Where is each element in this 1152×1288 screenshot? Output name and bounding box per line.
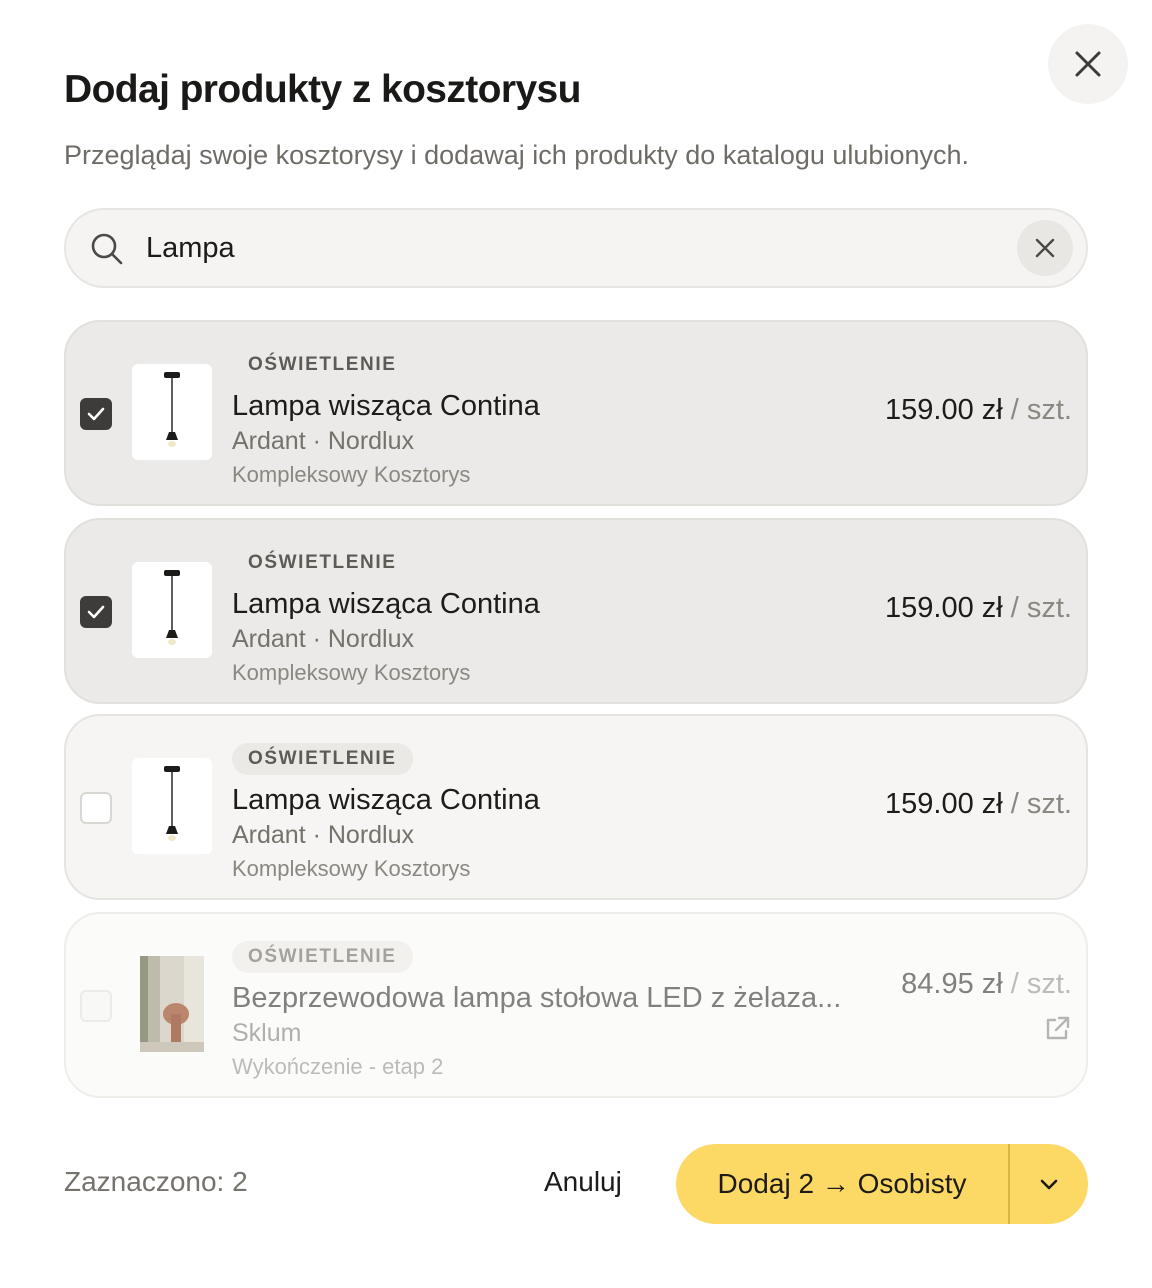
product-thumbnail (132, 364, 212, 460)
product-checkbox[interactable] (80, 596, 112, 628)
product-estimate: Wykończenie - etap 2 (232, 1054, 444, 1079)
product-brand: Sklum (232, 1019, 302, 1047)
product-price: 84.95 zł / szt. (901, 968, 1072, 1001)
price-unit: / szt. (1010, 394, 1072, 426)
product-name: Bezprzewodowa lampa stołowa LED z żelaza… (232, 982, 842, 1014)
search-clear-button[interactable] (1017, 220, 1073, 276)
product-price: 159.00 zł / szt. (885, 592, 1072, 625)
product-estimate: Kompleksowy Kosztorys (232, 660, 471, 685)
product-thumbnail (140, 956, 204, 1052)
product-checkbox[interactable] (80, 398, 112, 430)
dialog-subtitle: Przeglądaj swoje kosztorysy i dodawaj ic… (64, 140, 970, 170)
selected-count: Zaznaczono: 2 (64, 1166, 248, 1197)
price-value: 159.00 zł (885, 788, 1003, 820)
external-link-icon[interactable] (1042, 1014, 1072, 1044)
product-category: OŚWIETLENIE (232, 941, 413, 973)
price-unit: / szt. (1010, 788, 1072, 820)
close-icon (1075, 51, 1101, 77)
clear-icon (1035, 238, 1055, 258)
product-name: Lampa wisząca Contina (232, 390, 540, 422)
product-name: Lampa wisząca Contina (232, 784, 540, 816)
product-brand: Ardant · Nordlux (232, 427, 415, 455)
search-bar (64, 208, 1088, 288)
product-thumbnail (132, 758, 212, 854)
product-brand: Ardant · Nordlux (232, 625, 415, 653)
price-unit: / szt. (1010, 592, 1072, 624)
product-category: OŚWIETLENIE (248, 552, 397, 573)
add-button-group: Dodaj 2 → Osobisty (676, 1144, 1088, 1224)
price-value: 159.00 zł (885, 592, 1003, 624)
product-category: OŚWIETLENIE (248, 354, 397, 375)
product-card[interactable]: OŚWIETLENIE Lampa wisząca Contina Ardant… (64, 518, 1088, 704)
product-checkbox (80, 990, 112, 1022)
product-card[interactable]: OŚWIETLENIE Lampa wisząca Contina Ardant… (64, 714, 1088, 900)
price-value: 84.95 zł (901, 968, 1003, 1000)
product-brand: Ardant · Nordlux (232, 821, 415, 849)
search-input[interactable] (146, 224, 1006, 272)
close-button[interactable] (1048, 24, 1128, 104)
search-icon (91, 233, 123, 265)
dialog-title: Dodaj produkty z kosztorysu (64, 68, 581, 111)
product-price: 159.00 zł / szt. (885, 394, 1072, 427)
chevron-down-icon (1040, 1179, 1058, 1190)
product-card: OŚWIETLENIE Bezprzewodowa lampa stołowa … (64, 912, 1088, 1098)
check-icon (87, 407, 105, 421)
add-options-dropdown[interactable] (1010, 1144, 1088, 1224)
cancel-button[interactable]: Anuluj (544, 1166, 622, 1198)
product-price: 159.00 zł / szt. (885, 788, 1072, 821)
product-category: OŚWIETLENIE (232, 743, 413, 775)
product-checkbox[interactable] (80, 792, 112, 824)
product-card[interactable]: OŚWIETLENIE Lampa wisząca Contina Ardant… (64, 320, 1088, 506)
product-estimate: Kompleksowy Kosztorys (232, 462, 471, 487)
price-unit: / szt. (1010, 968, 1072, 1000)
add-button[interactable]: Dodaj 2 → Osobisty (676, 1144, 1008, 1224)
price-value: 159.00 zł (885, 394, 1003, 426)
product-thumbnail (132, 562, 212, 658)
product-name: Lampa wisząca Contina (232, 588, 540, 620)
product-estimate: Kompleksowy Kosztorys (232, 856, 471, 881)
check-icon (87, 605, 105, 619)
